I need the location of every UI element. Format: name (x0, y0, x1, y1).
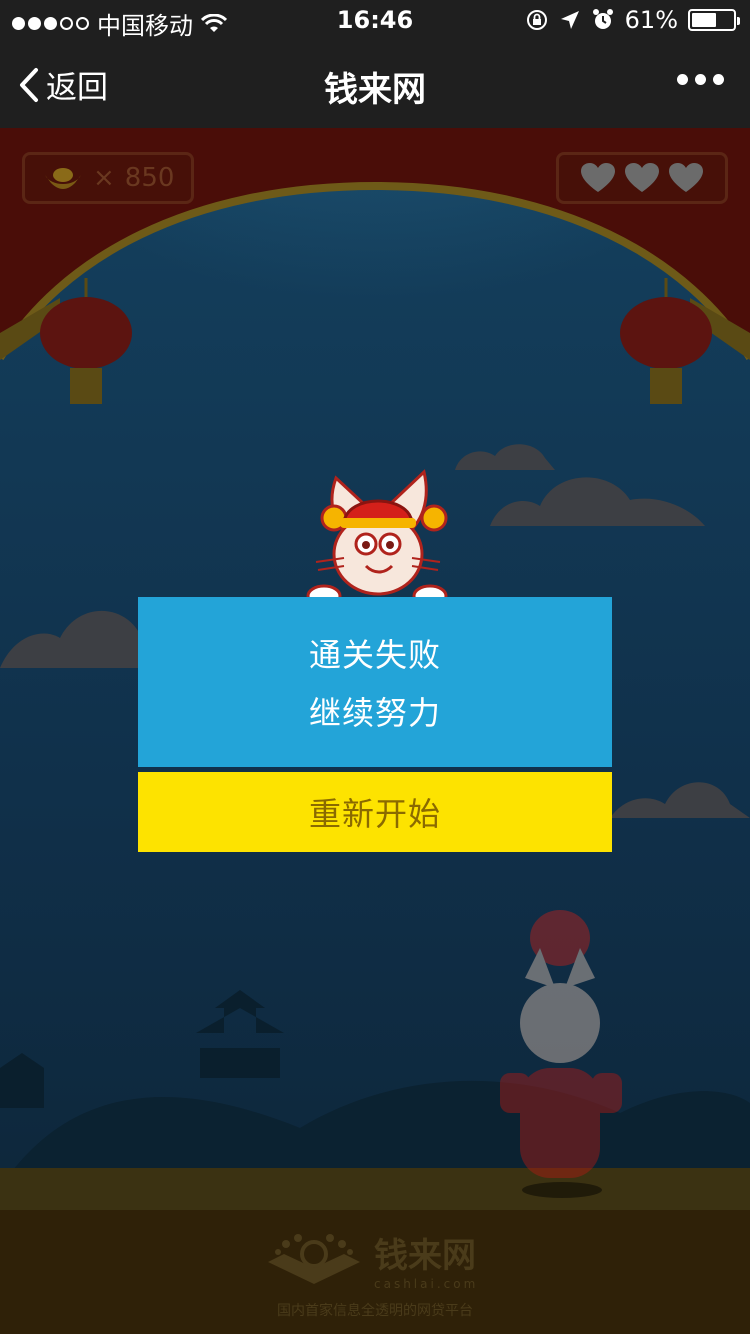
brand-logo: 钱来网 cashlai.com (264, 1228, 478, 1291)
restart-button[interactable]: 重新开始 (138, 772, 612, 852)
dialog-message: 继续努力 (308, 694, 441, 732)
game-stage: × 850 通关失败 继续努力 重新开始 钱来网 cashlai.com 国内首… (0, 128, 750, 1334)
battery-level (692, 13, 717, 27)
more-dot-icon (713, 74, 724, 85)
lives-indicator (556, 152, 728, 204)
coin-multiplier: × (93, 163, 115, 193)
mascot-peeking-icon (306, 469, 448, 606)
result-dialog: 通关失败 继续努力 (138, 597, 612, 767)
brand-slogan: 国内首家信息全透明的网贷平台 (277, 1303, 473, 1319)
brand-logo-icon (268, 1233, 360, 1284)
more-dot-icon (677, 74, 688, 85)
coin-count: 850 (124, 163, 175, 193)
heart-icon (581, 163, 615, 192)
more-dot-icon (695, 74, 706, 85)
footer: 钱来网 cashlai.com 国内首家信息全透明的网贷平台 (0, 1210, 750, 1334)
brand-name: 钱来网 (374, 1236, 476, 1276)
coin-counter: × 850 (22, 152, 194, 204)
heart-icon (669, 163, 703, 192)
heart-icon (625, 163, 659, 192)
page-title: 钱来网 (324, 70, 426, 110)
rotation-lock-icon (526, 10, 547, 30)
dialog-title: 通关失败 (308, 636, 441, 674)
brand-text: 钱来网 cashlai.com (374, 1228, 478, 1291)
battery-icon (688, 9, 740, 31)
status-bar: 中国移动 16:46 61% (0, 0, 750, 40)
battery-percent: 61% (624, 6, 678, 34)
status-right: 61% (525, 6, 740, 34)
nav-bar: 返回 钱来网 (0, 40, 750, 128)
more-options-button[interactable] (677, 74, 724, 85)
brand-domain: cashlai.com (374, 1277, 479, 1291)
alarm-icon (592, 9, 613, 29)
gold-ingot-icon (45, 168, 81, 189)
location-arrow-icon (560, 11, 579, 29)
